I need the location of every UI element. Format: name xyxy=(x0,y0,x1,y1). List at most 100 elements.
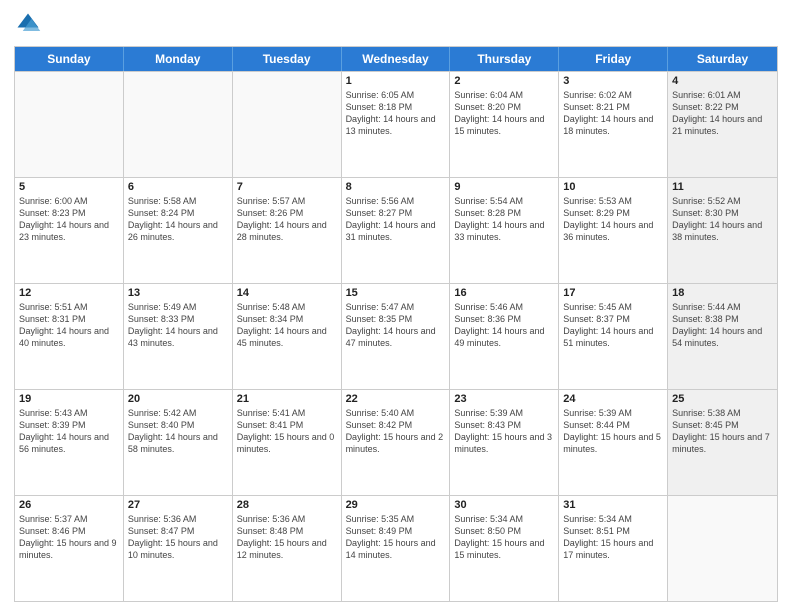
cal-cell-2-1: 13Sunrise: 5:49 AM Sunset: 8:33 PM Dayli… xyxy=(124,284,233,389)
cal-cell-1-6: 11Sunrise: 5:52 AM Sunset: 8:30 PM Dayli… xyxy=(668,178,777,283)
cal-cell-1-3: 8 Sunrise: 5:56 AM Sunset: 8:27 PM Daylig… xyxy=(342,178,451,283)
day-header-friday: Friday xyxy=(559,47,668,71)
cal-cell-0-0 xyxy=(15,72,124,177)
cal-cell-3-2: 21 Sunrise: 5:41 AM Sunset: 8:41 PM Dayli… xyxy=(233,390,342,495)
day-number: 8 xyxy=(346,181,446,193)
day-number: 18 xyxy=(672,287,773,299)
day-number: 28 xyxy=(237,499,337,511)
day-number: 6 xyxy=(128,181,228,193)
cell-info: Sunrise: 5:35 AM Sunset: 8:49 PM Dayligh… xyxy=(346,513,446,562)
cal-cell-0-2 xyxy=(233,72,342,177)
cell-info: Sunrise: 5:42 AM Sunset: 8:40 PM Dayligh… xyxy=(128,407,228,456)
cell-info: Sunrise: 5:38 AM Sunset: 8:45 PM Dayligh… xyxy=(672,407,773,456)
day-number: 3 xyxy=(563,75,663,87)
cell-info: Sunrise: 5:53 AM Sunset: 8:29 PM Dayligh… xyxy=(563,195,663,244)
cell-info: Sunrise: 6:00 AM Sunset: 8:23 PM Dayligh… xyxy=(19,195,119,244)
calendar-row-1: 5Sunrise: 6:00 AM Sunset: 8:23 PM Daylig… xyxy=(15,177,777,283)
cell-info: Sunrise: 5:34 AM Sunset: 8:50 PM Dayligh… xyxy=(454,513,554,562)
day-header-thursday: Thursday xyxy=(450,47,559,71)
cell-info: Sunrise: 5:39 AM Sunset: 8:43 PM Dayligh… xyxy=(454,407,554,456)
cal-cell-2-4: 16 Sunrise: 5:46 AM Sunset: 8:36 PM Dayli… xyxy=(450,284,559,389)
day-number: 17 xyxy=(563,287,663,299)
cal-cell-4-6 xyxy=(668,496,777,601)
cell-info: Sunrise: 6:05 AM Sunset: 8:18 PM Dayligh… xyxy=(346,89,446,138)
cal-cell-3-6: 25 Sunrise: 5:38 AM Sunset: 8:45 PM Dayli… xyxy=(668,390,777,495)
cell-info: Sunrise: 5:36 AM Sunset: 8:47 PM Dayligh… xyxy=(128,513,228,562)
cell-info: Sunrise: 5:51 AM Sunset: 8:31 PM Dayligh… xyxy=(19,301,119,350)
cal-cell-4-4: 30 Sunrise: 5:34 AM Sunset: 8:50 PM Dayli… xyxy=(450,496,559,601)
logo-icon xyxy=(14,10,42,38)
day-number: 7 xyxy=(237,181,337,193)
cell-info: Sunrise: 5:46 AM Sunset: 8:36 PM Dayligh… xyxy=(454,301,554,350)
cell-info: Sunrise: 6:02 AM Sunset: 8:21 PM Dayligh… xyxy=(563,89,663,138)
calendar-header-row: SundayMondayTuesdayWednesdayThursdayFrid… xyxy=(15,47,777,71)
day-number: 9 xyxy=(454,181,554,193)
day-number: 10 xyxy=(563,181,663,193)
cal-cell-1-0: 5Sunrise: 6:00 AM Sunset: 8:23 PM Daylig… xyxy=(15,178,124,283)
day-header-monday: Monday xyxy=(124,47,233,71)
cell-info: Sunrise: 5:48 AM Sunset: 8:34 PM Dayligh… xyxy=(237,301,337,350)
calendar-row-0: 1 Sunrise: 6:05 AM Sunset: 8:18 PM Daylig… xyxy=(15,71,777,177)
cal-cell-0-4: 2Sunrise: 6:04 AM Sunset: 8:20 PM Daylig… xyxy=(450,72,559,177)
day-number: 16 xyxy=(454,287,554,299)
day-number: 25 xyxy=(672,393,773,405)
day-number: 15 xyxy=(346,287,446,299)
cell-info: Sunrise: 5:58 AM Sunset: 8:24 PM Dayligh… xyxy=(128,195,228,244)
cell-info: Sunrise: 6:04 AM Sunset: 8:20 PM Dayligh… xyxy=(454,89,554,138)
cell-info: Sunrise: 5:56 AM Sunset: 8:27 PM Dayligh… xyxy=(346,195,446,244)
cal-cell-1-2: 7 Sunrise: 5:57 AM Sunset: 8:26 PM Daylig… xyxy=(233,178,342,283)
cell-info: Sunrise: 5:40 AM Sunset: 8:42 PM Dayligh… xyxy=(346,407,446,456)
day-header-sunday: Sunday xyxy=(15,47,124,71)
cell-info: Sunrise: 5:49 AM Sunset: 8:33 PM Dayligh… xyxy=(128,301,228,350)
day-number: 29 xyxy=(346,499,446,511)
cal-cell-1-1: 6 Sunrise: 5:58 AM Sunset: 8:24 PM Daylig… xyxy=(124,178,233,283)
cal-cell-3-5: 24 Sunrise: 5:39 AM Sunset: 8:44 PM Dayli… xyxy=(559,390,668,495)
cal-cell-0-5: 3 Sunrise: 6:02 AM Sunset: 8:21 PM Daylig… xyxy=(559,72,668,177)
cal-cell-1-4: 9 Sunrise: 5:54 AM Sunset: 8:28 PM Daylig… xyxy=(450,178,559,283)
cal-cell-3-4: 23 Sunrise: 5:39 AM Sunset: 8:43 PM Dayli… xyxy=(450,390,559,495)
cell-info: Sunrise: 5:44 AM Sunset: 8:38 PM Dayligh… xyxy=(672,301,773,350)
day-header-tuesday: Tuesday xyxy=(233,47,342,71)
cal-cell-0-3: 1 Sunrise: 6:05 AM Sunset: 8:18 PM Daylig… xyxy=(342,72,451,177)
cal-cell-4-3: 29 Sunrise: 5:35 AM Sunset: 8:49 PM Dayli… xyxy=(342,496,451,601)
logo xyxy=(14,10,46,38)
cal-cell-2-6: 18 Sunrise: 5:44 AM Sunset: 8:38 PM Dayli… xyxy=(668,284,777,389)
day-number: 1 xyxy=(346,75,446,87)
cal-cell-2-0: 12 Sunrise: 5:51 AM Sunset: 8:31 PM Dayli… xyxy=(15,284,124,389)
cell-info: Sunrise: 5:39 AM Sunset: 8:44 PM Dayligh… xyxy=(563,407,663,456)
cal-cell-4-0: 26 Sunrise: 5:37 AM Sunset: 8:46 PM Dayli… xyxy=(15,496,124,601)
cell-info: Sunrise: 5:36 AM Sunset: 8:48 PM Dayligh… xyxy=(237,513,337,562)
cal-cell-3-1: 20 Sunrise: 5:42 AM Sunset: 8:40 PM Dayli… xyxy=(124,390,233,495)
day-number: 26 xyxy=(19,499,119,511)
cell-info: Sunrise: 5:43 AM Sunset: 8:39 PM Dayligh… xyxy=(19,407,119,456)
day-number: 22 xyxy=(346,393,446,405)
cal-cell-4-2: 28 Sunrise: 5:36 AM Sunset: 8:48 PM Dayli… xyxy=(233,496,342,601)
cell-info: Sunrise: 5:54 AM Sunset: 8:28 PM Dayligh… xyxy=(454,195,554,244)
day-header-saturday: Saturday xyxy=(668,47,777,71)
cell-info: Sunrise: 5:52 AM Sunset: 8:30 PM Dayligh… xyxy=(672,195,773,244)
cell-info: Sunrise: 5:37 AM Sunset: 8:46 PM Dayligh… xyxy=(19,513,119,562)
day-number: 4 xyxy=(672,75,773,87)
day-number: 20 xyxy=(128,393,228,405)
cal-cell-2-5: 17 Sunrise: 5:45 AM Sunset: 8:37 PM Dayli… xyxy=(559,284,668,389)
day-number: 21 xyxy=(237,393,337,405)
cell-info: Sunrise: 5:45 AM Sunset: 8:37 PM Dayligh… xyxy=(563,301,663,350)
calendar-row-3: 19 Sunrise: 5:43 AM Sunset: 8:39 PM Dayli… xyxy=(15,389,777,495)
cal-cell-4-5: 31Sunrise: 5:34 AM Sunset: 8:51 PM Dayli… xyxy=(559,496,668,601)
day-number: 27 xyxy=(128,499,228,511)
day-number: 19 xyxy=(19,393,119,405)
day-number: 24 xyxy=(563,393,663,405)
day-number: 30 xyxy=(454,499,554,511)
day-header-wednesday: Wednesday xyxy=(342,47,451,71)
calendar-body: 1 Sunrise: 6:05 AM Sunset: 8:18 PM Daylig… xyxy=(15,71,777,601)
calendar-row-4: 26 Sunrise: 5:37 AM Sunset: 8:46 PM Dayli… xyxy=(15,495,777,601)
day-number: 23 xyxy=(454,393,554,405)
cal-cell-2-2: 14Sunrise: 5:48 AM Sunset: 8:34 PM Dayli… xyxy=(233,284,342,389)
cal-cell-4-1: 27 Sunrise: 5:36 AM Sunset: 8:47 PM Dayli… xyxy=(124,496,233,601)
cell-info: Sunrise: 5:34 AM Sunset: 8:51 PM Dayligh… xyxy=(563,513,663,562)
cell-info: Sunrise: 5:47 AM Sunset: 8:35 PM Dayligh… xyxy=(346,301,446,350)
cell-info: Sunrise: 5:41 AM Sunset: 8:41 PM Dayligh… xyxy=(237,407,337,456)
day-number: 12 xyxy=(19,287,119,299)
cal-cell-1-5: 10 Sunrise: 5:53 AM Sunset: 8:29 PM Dayli… xyxy=(559,178,668,283)
cell-info: Sunrise: 5:57 AM Sunset: 8:26 PM Dayligh… xyxy=(237,195,337,244)
